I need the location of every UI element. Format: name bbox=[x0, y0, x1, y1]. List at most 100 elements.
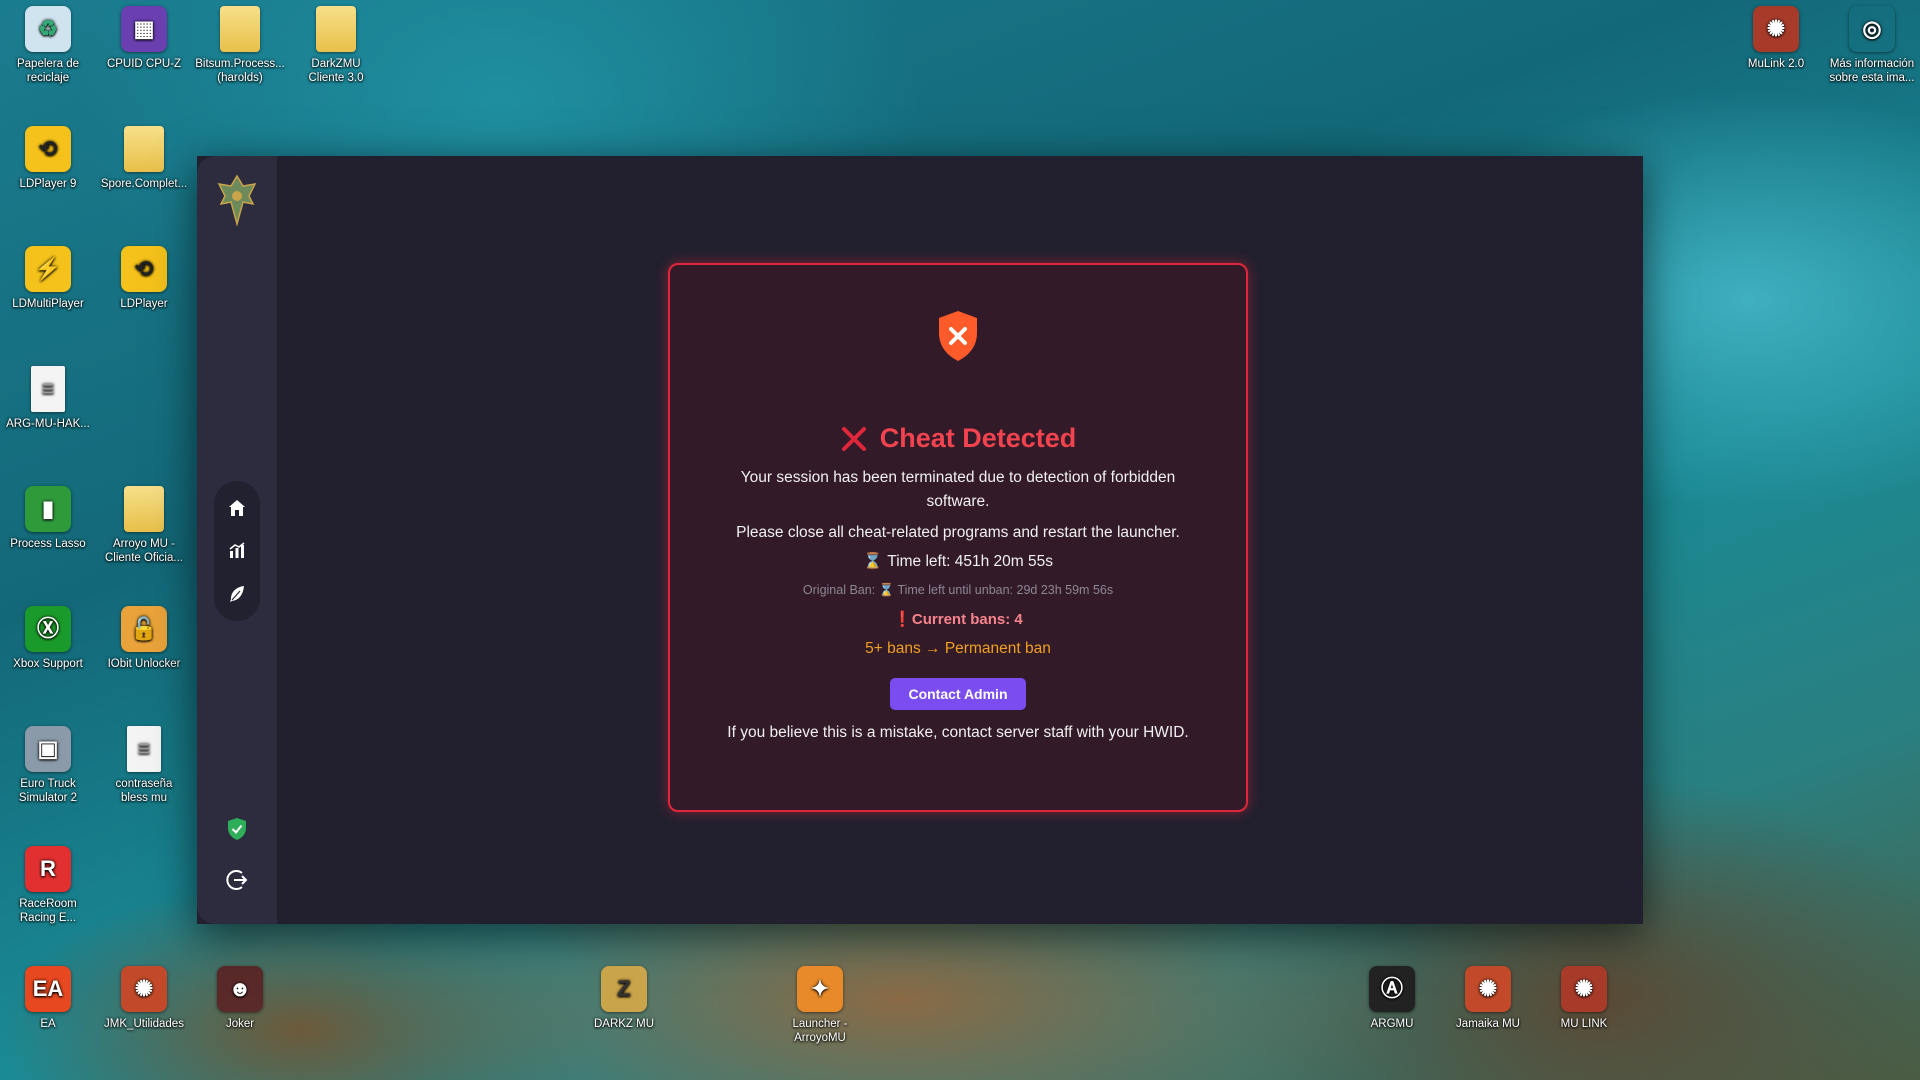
desktop-icon[interactable]: ♻ Papelera de reciclaje bbox=[5, 6, 91, 85]
desktop-icon-label: RaceRoom Racing E... bbox=[19, 898, 77, 924]
desktop-icon-label: MU LINK bbox=[1560, 1018, 1608, 1030]
desktop-icon-label: Process Lasso bbox=[10, 538, 86, 550]
dialog-title: Cheat Detected bbox=[840, 423, 1077, 454]
desktop-icon[interactable]: Ⓧ Xbox Support bbox=[5, 606, 91, 671]
mu-logo-icon bbox=[217, 174, 257, 226]
joker-icon: ☻ bbox=[217, 966, 263, 1012]
current-bans: ❗Current bans: 4 bbox=[893, 610, 1023, 628]
cheat-detected-dialog: Cheat Detected Your session has been ter… bbox=[668, 263, 1248, 812]
desktop-icon[interactable]: ✦ Launcher - ArroyoMU bbox=[777, 966, 863, 1045]
desktop-icon-label: Joker bbox=[225, 1018, 255, 1030]
title-text: Cheat Detected bbox=[879, 423, 1077, 453]
darkz-mu-icon: Z bbox=[601, 966, 647, 1012]
ldplayer-icon: ⟲ bbox=[25, 126, 71, 172]
desktop-icon-label: ARG-MU-HAK... bbox=[6, 418, 90, 430]
settings-button[interactable] bbox=[221, 578, 253, 610]
desktop-icon-label: contraseña bless mu bbox=[115, 778, 173, 804]
desktop-icon[interactable]: ✺ JMK_Utilidades bbox=[101, 966, 187, 1031]
chart-icon bbox=[229, 542, 245, 558]
process-lasso-icon: ▮ bbox=[25, 486, 71, 532]
desktop-icon[interactable]: ✺ MuLink 2.0 bbox=[1733, 6, 1819, 71]
folder-icon bbox=[124, 126, 164, 172]
desktop-icon[interactable]: ≡ contraseña bless mu bbox=[101, 726, 187, 805]
desktop-icon[interactable]: Arroyo MU - Cliente Oficia... bbox=[101, 486, 187, 565]
desktop-icon[interactable]: R RaceRoom Racing E... bbox=[5, 846, 91, 925]
desktop-icon-label: Launcher - ArroyoMU bbox=[792, 1018, 848, 1044]
recycle-bin-icon: ♻ bbox=[25, 6, 71, 52]
cpu-z-icon: ▦ bbox=[121, 6, 167, 52]
contact-admin-button[interactable]: Contact Admin bbox=[890, 678, 1026, 710]
desktop-icon[interactable]: ✺ Jamaika MU bbox=[1445, 966, 1531, 1031]
shield-x-icon bbox=[939, 311, 977, 361]
desktop-icon-label: EA bbox=[40, 1018, 56, 1030]
close-x-icon bbox=[841, 426, 866, 451]
termination-message: Your session has been terminated due to … bbox=[740, 469, 1176, 510]
close-programs-message: Please close all cheat-related programs … bbox=[736, 524, 1180, 541]
desktop-icon[interactable]: ▮ Process Lasso bbox=[5, 486, 91, 551]
time-left: ⌛ Time left: 451h 20m 55s bbox=[863, 552, 1053, 571]
desktop-icon[interactable]: ▣ Euro Truck Simulator 2 bbox=[5, 726, 91, 805]
jamaika-icon: ✺ bbox=[121, 966, 167, 1012]
current-bans-text: Current bans: 4 bbox=[911, 611, 1023, 628]
desktop-icon[interactable]: ≡ ARG-MU-HAK... bbox=[5, 366, 91, 431]
desktop-icon[interactable]: ◎ Más información sobre esta ima... bbox=[1829, 6, 1915, 85]
desktop-icon-label: CPUID CPU-Z bbox=[106, 58, 182, 70]
desktop-icon[interactable]: ⟲ LDPlayer 9 bbox=[5, 126, 91, 191]
desktop-icon[interactable]: 🔓 IObit Unlocker bbox=[101, 606, 187, 671]
desktop-icon[interactable]: EA EA bbox=[5, 966, 91, 1031]
arroyomu-launcher-icon: ✦ bbox=[797, 966, 843, 1012]
desktop-icon[interactable]: ☻ Joker bbox=[197, 966, 283, 1031]
home-icon bbox=[229, 500, 245, 517]
original-ban: Original Ban: ⌛ Time left until unban: 2… bbox=[802, 583, 1114, 597]
desktop-icon-label: LDMultiPlayer bbox=[12, 298, 84, 310]
truck-icon: ▣ bbox=[25, 726, 71, 772]
feather-icon bbox=[230, 585, 244, 602]
desktop-icon-label: DarkZMU Cliente 3.0 bbox=[308, 58, 364, 84]
jamaika-icon: ✺ bbox=[1465, 966, 1511, 1012]
mu-link-icon: ✺ bbox=[1561, 966, 1607, 1012]
desktop-icon[interactable]: ✺ MU LINK bbox=[1541, 966, 1627, 1031]
ldmultiplayer-icon: ⚡ bbox=[25, 246, 71, 292]
desktop-icon-label: Más información sobre esta ima... bbox=[1829, 58, 1915, 84]
desktop-icon-label: Euro Truck Simulator 2 bbox=[18, 778, 78, 804]
nav-pill bbox=[214, 481, 260, 621]
desktop-icon-label: Bitsum.Process... (harolds) bbox=[195, 58, 285, 84]
document-icon: ≡ bbox=[127, 726, 161, 772]
desktop-icon[interactable]: DarkZMU Cliente 3.0 bbox=[293, 6, 379, 85]
anticheat-shield-icon bbox=[228, 818, 246, 840]
document-icon: ≡ bbox=[31, 366, 65, 412]
hourglass-icon: ⌛ bbox=[862, 553, 883, 570]
desktop-icon[interactable]: ⚡ LDMultiPlayer bbox=[5, 246, 91, 311]
desktop-icon[interactable]: Bitsum.Process... (harolds) bbox=[195, 6, 285, 85]
desktop-icon-label: DARKZ MU bbox=[593, 1018, 655, 1030]
desktop-icon[interactable]: Ⓐ ARGMU bbox=[1349, 966, 1435, 1031]
exclamation-icon: ❗ bbox=[893, 611, 912, 628]
desktop-icon[interactable]: Spore.Complet... bbox=[101, 126, 187, 191]
desktop-icon-label: IObit Unlocker bbox=[107, 658, 181, 670]
folder-icon bbox=[220, 6, 260, 52]
desktop-icon-label: Spore.Complet... bbox=[100, 178, 188, 190]
desktop-icon-label: ARGMU bbox=[1370, 1018, 1414, 1030]
desktop-icon-label: JMK_Utilidades bbox=[104, 1018, 184, 1030]
desktop-icon-label: LDPlayer 9 bbox=[19, 178, 77, 190]
info-camera-icon: ◎ bbox=[1849, 6, 1895, 52]
desktop-icon[interactable]: ⟲ LDPlayer bbox=[101, 246, 187, 311]
desktop-icon-label: Arroyo MU - Cliente Oficia... bbox=[105, 538, 183, 564]
ea-icon: EA bbox=[25, 966, 71, 1012]
desktop-icon-label: LDPlayer bbox=[120, 298, 168, 310]
raceroom-icon: R bbox=[25, 846, 71, 892]
iobit-unlocker-icon: 🔓 bbox=[121, 606, 167, 652]
logout-icon[interactable] bbox=[224, 867, 250, 893]
permanent-ban-warning: 5+ bans → Permanent ban bbox=[865, 640, 1051, 657]
desktop-icon[interactable]: ▦ CPUID CPU-Z bbox=[101, 6, 187, 71]
hwid-note: If you believe this is a mistake, contac… bbox=[727, 724, 1189, 741]
argmu-icon: Ⓐ bbox=[1369, 966, 1415, 1012]
stats-button[interactable] bbox=[221, 535, 253, 567]
desktop-icon-label: Xbox Support bbox=[13, 658, 83, 670]
home-button[interactable] bbox=[221, 492, 253, 524]
mulink-icon: ✺ bbox=[1753, 6, 1799, 52]
folder-icon bbox=[316, 6, 356, 52]
desktop-icon-label: Papelera de reciclaje bbox=[16, 58, 80, 84]
desktop-icon[interactable]: Z DARKZ MU bbox=[581, 966, 667, 1031]
time-left-text: Time left: 451h 20m 55s bbox=[887, 553, 1053, 570]
